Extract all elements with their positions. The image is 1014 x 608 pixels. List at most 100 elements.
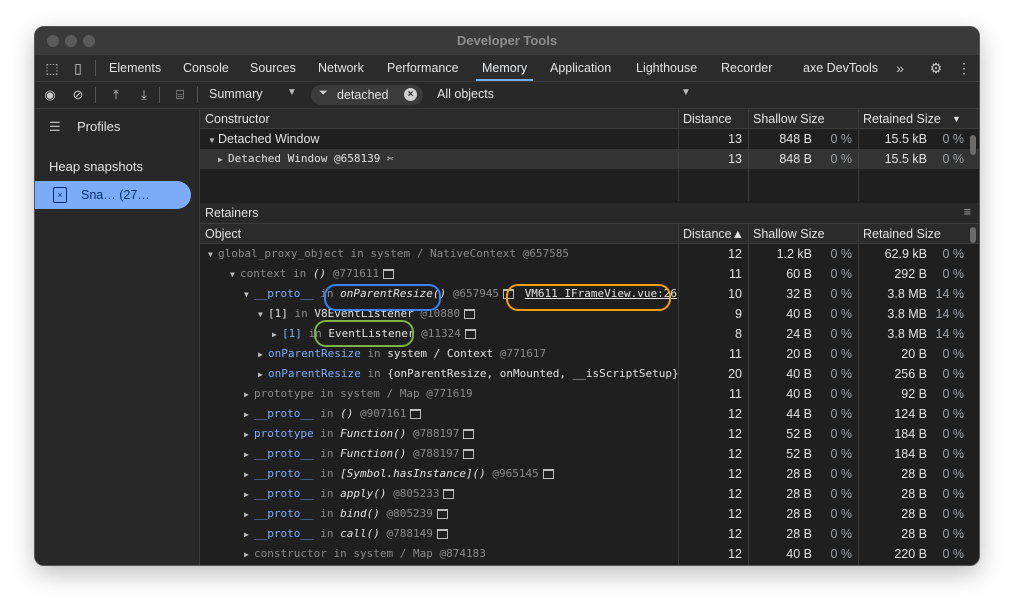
tab-performance[interactable]: Performance: [387, 55, 459, 81]
retainer-row[interactable]: ▶ prototype in system / Map @771619 11 40 B…: [200, 384, 979, 404]
shallow-size-value: 52 B: [750, 427, 812, 441]
tab-network[interactable]: Network: [318, 55, 364, 81]
retainer-row[interactable]: ▶ prototype in Function() @788197 12 52 B 0 …: [200, 424, 979, 444]
column-shallow-size[interactable]: Shallow Size: [753, 227, 825, 241]
retainer-row[interactable]: ▶ __proto__ in () @907161 12 44 B 0 % 124 B 0 …: [200, 404, 979, 424]
tab-axe-devtools[interactable]: axe DevTools: [803, 55, 878, 81]
retainer-row[interactable]: ▶ __proto__ in bind() @805239 12 28 B 0 % 28 …: [200, 504, 979, 524]
retained-size-value: 15.5 kB: [884, 152, 927, 166]
expand-triangle-icon[interactable]: ▼: [244, 290, 254, 299]
retainer-row[interactable]: function_prototype in system / NativeCon…: [200, 564, 979, 565]
shallow-pct-value: 0 %: [830, 467, 852, 481]
retained-pct-value: 0 %: [942, 407, 964, 421]
tab-elements[interactable]: Elements: [109, 55, 161, 81]
retainer-row[interactable]: ▼ context in () @771611 11 60 B 0 % 292 B 0 %: [200, 264, 979, 284]
sidebar-item-snapshot[interactable]: × Sna… (27…: [35, 181, 191, 209]
expand-triangle-icon[interactable]: ▶: [244, 550, 254, 559]
expand-triangle-icon[interactable]: ▶: [244, 490, 254, 499]
column-distance-sorted[interactable]: Distance▲: [683, 227, 744, 241]
shallow-size-value: 28 B: [750, 527, 812, 541]
tab-sources[interactable]: Sources: [250, 55, 296, 81]
retainer-row[interactable]: ▶ __proto__ in [Symbol.hasInstance]() @96…: [200, 464, 979, 484]
kebab-menu-icon[interactable]: ⋮: [955, 59, 973, 77]
upload-icon[interactable]: ⤒: [107, 86, 125, 104]
reveal-object-icon[interactable]: [436, 509, 448, 519]
constructor-scrollbar[interactable]: [970, 135, 976, 155]
retainers-scrollbar[interactable]: [970, 227, 976, 243]
reveal-object-icon[interactable]: [383, 269, 395, 279]
resize-handle-icon[interactable]: ≡: [964, 205, 971, 219]
constructor-row[interactable]: ▼ Detached Window 13 848 B 0 % 15.5 kB 0 %: [200, 129, 979, 149]
device-toolbar-icon[interactable]: ▯: [69, 59, 87, 77]
shallow-size-value: 32 B: [750, 287, 812, 301]
tab-application[interactable]: Application: [550, 55, 611, 81]
distance-value: 11: [680, 387, 742, 401]
column-constructor[interactable]: Constructor: [205, 112, 270, 126]
retained-pct-value: 0 %: [942, 247, 964, 261]
reveal-object-icon[interactable]: [463, 429, 475, 439]
reveal-object-icon[interactable]: [464, 309, 476, 319]
retained-size-value: 92 B: [860, 387, 927, 401]
objects-select[interactable]: All objects: [437, 87, 494, 101]
expand-triangle-icon[interactable]: ▶: [244, 470, 254, 479]
retained-pct-value: 0 %: [942, 527, 964, 541]
expand-triangle-icon[interactable]: ▶: [244, 390, 254, 399]
retained-size-value: 256 B: [860, 367, 927, 381]
retainer-row[interactable]: ▶ constructor in system / Map @874183 12 40…: [200, 544, 979, 564]
inspect-element-icon[interactable]: ⬚: [43, 59, 61, 77]
more-tabs-icon[interactable]: »: [891, 59, 909, 77]
expand-triangle-icon[interactable]: ▶: [258, 370, 268, 379]
column-shallow-size[interactable]: Shallow Size: [753, 112, 825, 126]
retained-size-value: 15.5 kB: [884, 132, 927, 146]
download-icon[interactable]: ⤓: [135, 86, 153, 104]
expand-triangle-icon[interactable]: ▼: [208, 250, 218, 259]
clear-filter-icon[interactable]: ×: [404, 88, 417, 101]
column-retained-size[interactable]: Retained Size: [863, 227, 941, 241]
retainer-row[interactable]: ▶ __proto__ in apply() @805233 12 28 B 0 % 28…: [200, 484, 979, 504]
reveal-object-icon[interactable]: [410, 409, 422, 419]
column-object[interactable]: Object: [205, 227, 241, 241]
retained-pct-value: 0 %: [942, 427, 964, 441]
view-select[interactable]: Summary: [209, 87, 262, 101]
tab-recorder[interactable]: Recorder: [721, 55, 772, 81]
reveal-object-icon[interactable]: [542, 469, 554, 479]
reveal-object-icon[interactable]: [443, 489, 455, 499]
distance-value: 9: [680, 307, 742, 321]
expand-triangle-icon[interactable]: ▶: [258, 350, 268, 359]
expand-triangle-icon[interactable]: ▼: [208, 136, 218, 145]
expand-triangle-icon[interactable]: ▼: [230, 270, 240, 279]
expand-triangle-icon[interactable]: ▶: [244, 510, 254, 519]
tab-lighthouse[interactable]: Lighthouse: [636, 55, 697, 81]
distance-value: 8: [680, 327, 742, 341]
expand-triangle-icon[interactable]: ▶: [244, 410, 254, 419]
column-retained-size[interactable]: Retained Size: [863, 112, 941, 126]
reveal-object-icon[interactable]: [463, 449, 475, 459]
expand-triangle-icon[interactable]: ▶: [244, 530, 254, 539]
expand-triangle-icon[interactable]: ▼: [258, 310, 268, 319]
column-distance[interactable]: Distance: [683, 112, 732, 126]
retainer-row[interactable]: ▶ __proto__ in call() @788149 12 28 B 0 % 28 …: [200, 524, 979, 544]
tab-memory[interactable]: Memory: [475, 55, 534, 81]
class-filter-input[interactable]: ⏷ detached ×: [311, 85, 423, 105]
sidebar-item-profiles[interactable]: ☰ Profiles: [49, 119, 120, 135]
expand-triangle-icon[interactable]: ▶: [218, 155, 228, 164]
clear-icon[interactable]: ⊘: [69, 86, 87, 104]
gear-icon[interactable]: ⚙: [927, 59, 945, 77]
retainer-row[interactable]: ▶ __proto__ in Function() @788197 12 52 B 0 …: [200, 444, 979, 464]
retainer-row[interactable]: ▶ onParentResize in system / Context @771…: [200, 344, 979, 364]
retained-size-value: 124 B: [860, 407, 927, 421]
retainer-row[interactable]: ▼ global_proxy_object in system / NativeC…: [200, 244, 979, 264]
retainer-row[interactable]: ▶ onParentResize in {onParentResize, onMo…: [200, 364, 979, 384]
record-icon[interactable]: ◉: [41, 86, 59, 104]
expand-triangle-icon[interactable]: ▶: [244, 430, 254, 439]
reveal-object-icon[interactable]: [464, 329, 476, 339]
distance-value: 11: [680, 347, 742, 361]
garbage-collect-icon[interactable]: ⌸: [171, 86, 189, 104]
tab-console[interactable]: Console: [183, 55, 229, 81]
expand-triangle-icon[interactable]: ▶: [272, 330, 282, 339]
shallow-size-value: 848 B: [779, 152, 812, 166]
distance-value: 13: [728, 132, 742, 146]
constructor-row[interactable]: ▶ Detached Window @658139 ✄ 13 848 B 0 % 15.5…: [200, 149, 979, 169]
expand-triangle-icon[interactable]: ▶: [244, 450, 254, 459]
reveal-object-icon[interactable]: [436, 529, 448, 539]
